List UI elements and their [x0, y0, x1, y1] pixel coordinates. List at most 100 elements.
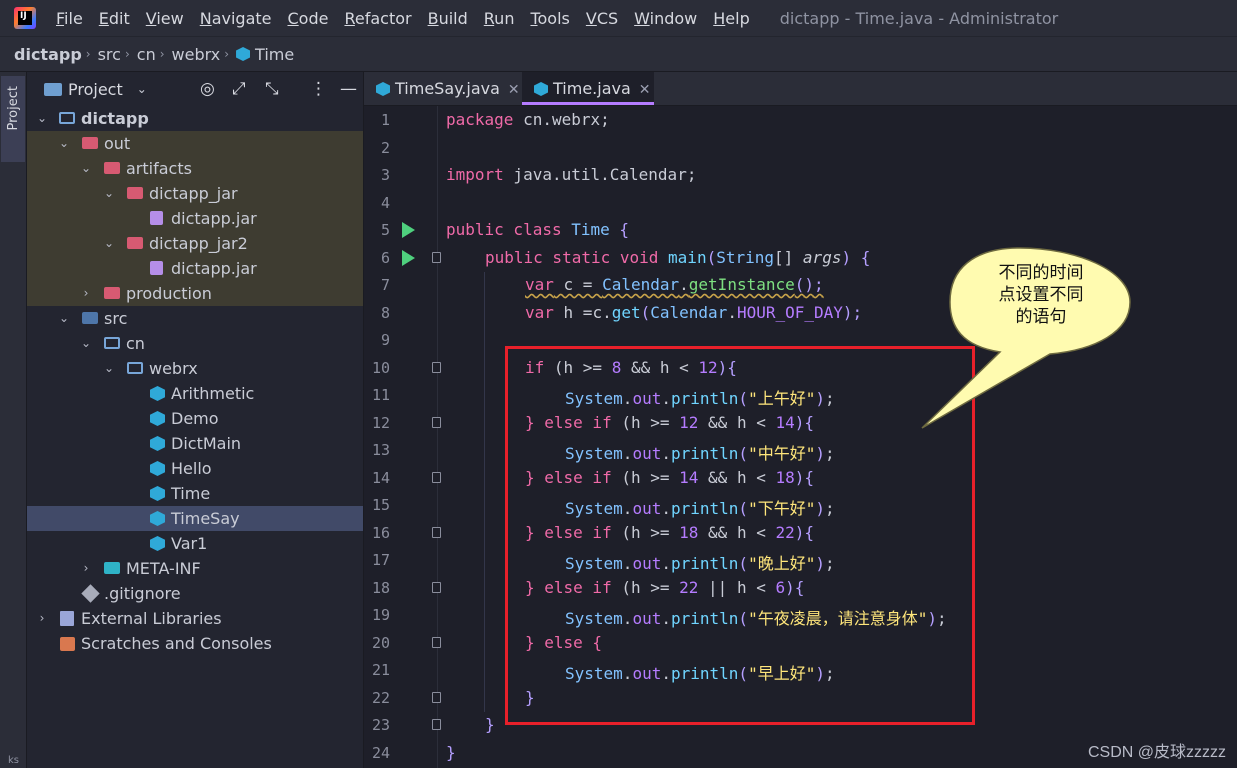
tree-item-time[interactable]: Time: [27, 481, 363, 506]
menu-help[interactable]: Help: [705, 9, 757, 28]
fold-marker-icon[interactable]: [432, 472, 441, 483]
project-folder-icon: [44, 82, 62, 96]
tab-label: Time.java: [553, 79, 631, 98]
chevron-down-icon[interactable]: ⌄: [80, 156, 92, 181]
tree-item-src[interactable]: ⌄ src: [27, 306, 363, 331]
code-line-6[interactable]: public static void main(String[] args) {: [485, 248, 870, 267]
chevron-down-icon[interactable]: ⌄: [103, 181, 115, 206]
package-folder-icon: [127, 362, 143, 374]
fold-marker-icon[interactable]: [432, 582, 441, 593]
java-class-icon: [150, 511, 165, 526]
fold-marker-icon[interactable]: [432, 692, 441, 703]
menu-tools[interactable]: Tools: [522, 9, 577, 28]
chevron-right-icon[interactable]: ›: [80, 556, 92, 581]
menu-refactor[interactable]: Refactor: [336, 9, 419, 28]
tree-item-external-libraries[interactable]: › External Libraries: [27, 606, 363, 631]
run-class-icon[interactable]: [402, 222, 415, 238]
tree-item-dictapp-jar2[interactable]: ⌄ dictapp_jar2: [27, 231, 363, 256]
close-icon[interactable]: ✕: [639, 82, 651, 98]
project-tool-tab[interactable]: Project: [1, 76, 25, 162]
chevron-down-icon[interactable]: ⌄: [103, 231, 115, 256]
chevron-down-icon[interactable]: ⌄: [58, 306, 70, 331]
menu-view[interactable]: View: [138, 9, 192, 28]
breadcrumb-webrx[interactable]: webrx: [172, 45, 221, 64]
project-panel-header: Project ⌄ ◎ ⤢ ⤡ ⋮ —: [27, 72, 363, 106]
java-class-icon: [376, 82, 390, 96]
tree-item-dictapp-jar2-file[interactable]: dictapp.jar: [27, 256, 363, 281]
tree-item-label: dictapp.jar: [171, 209, 257, 228]
fold-marker-icon[interactable]: [432, 637, 441, 648]
tree-item-meta-inf[interactable]: › META-INF: [27, 556, 363, 581]
tree-item-dictmain[interactable]: DictMain: [27, 431, 363, 456]
tree-item-gitignore[interactable]: .gitignore: [27, 581, 363, 606]
line-number: 22: [371, 689, 390, 707]
tree-item-dictapp[interactable]: ⌄ dictapp: [27, 106, 363, 131]
tree-item-var1[interactable]: Var1: [27, 531, 363, 556]
chevron-down-icon[interactable]: ⌄: [80, 331, 92, 356]
fold-marker-icon[interactable]: [432, 417, 441, 428]
chevron-down-icon[interactable]: ⌄: [36, 106, 48, 131]
tree-item-dictapp-jar-file[interactable]: dictapp.jar: [27, 206, 363, 231]
chevron-down-icon[interactable]: ⌄: [58, 131, 70, 156]
tree-item-out[interactable]: ⌄ out: [27, 131, 363, 156]
options-menu-icon[interactable]: ⋮: [310, 79, 327, 99]
tree-item-production[interactable]: › production: [27, 281, 363, 306]
chevron-down-icon[interactable]: ⌄: [103, 356, 115, 381]
tree-item-dictapp-jar[interactable]: ⌄ dictapp_jar: [27, 181, 363, 206]
run-main-icon[interactable]: [402, 250, 415, 266]
chevron-right-icon: ›: [159, 47, 165, 61]
tree-item-artifacts[interactable]: ⌄ artifacts: [27, 156, 363, 181]
project-view-selector[interactable]: Project: [68, 80, 123, 99]
menu-code[interactable]: Code: [280, 9, 337, 28]
java-class-icon: [150, 536, 165, 551]
chevron-down-icon[interactable]: ⌄: [137, 82, 147, 96]
java-class-icon: [150, 461, 165, 476]
breadcrumb-src[interactable]: src: [98, 45, 121, 64]
tree-item-timesay[interactable]: TimeSay: [27, 506, 363, 531]
chevron-right-icon[interactable]: ›: [80, 281, 92, 306]
code-line-3[interactable]: import java.util.Calendar;: [446, 165, 696, 184]
code-line-23[interactable]: }: [485, 715, 495, 734]
tree-item-webrx[interactable]: ⌄ webrx: [27, 356, 363, 381]
menu-vcs[interactable]: VCS: [578, 9, 626, 28]
java-class-icon: [150, 436, 165, 451]
menu-bar: File Edit View Navigate Code Refactor Bu…: [0, 0, 1237, 36]
tree-item-arithmetic[interactable]: Arithmetic: [27, 381, 363, 406]
target-icon[interactable]: ◎: [200, 79, 215, 99]
tree-item-hello[interactable]: Hello: [27, 456, 363, 481]
tree-item-label: dictapp: [81, 109, 149, 128]
close-icon[interactable]: ✕: [508, 82, 520, 98]
tab-time-java[interactable]: Time.java ✕: [522, 72, 654, 105]
tab-timesay-java[interactable]: TimeSay.java ✕: [364, 72, 532, 105]
collapse-all-icon[interactable]: ⤡: [265, 79, 279, 99]
code-line-24[interactable]: }: [446, 743, 456, 762]
breadcrumb: dictapp › src › cn › webrx › Time: [0, 36, 1237, 72]
menu-file[interactable]: File: [48, 9, 91, 28]
stripe-bottom-label[interactable]: ks: [8, 755, 19, 766]
fold-marker-icon[interactable]: [432, 252, 441, 263]
expand-all-icon[interactable]: ⤢: [232, 79, 246, 99]
tree-item-cn[interactable]: ⌄ cn: [27, 331, 363, 356]
chevron-right-icon[interactable]: ›: [36, 606, 48, 631]
menu-navigate[interactable]: Navigate: [192, 9, 280, 28]
breadcrumb-time[interactable]: Time: [255, 45, 294, 64]
menu-build[interactable]: Build: [420, 9, 476, 28]
tree-item-demo[interactable]: Demo: [27, 406, 363, 431]
tab-label: TimeSay.java: [395, 79, 500, 98]
fold-marker-icon[interactable]: [432, 719, 441, 730]
code-line-5[interactable]: public class Time {: [446, 220, 629, 239]
code-line-1[interactable]: package cn.webrx;: [446, 110, 610, 129]
breadcrumb-cn[interactable]: cn: [137, 45, 156, 64]
code-line-8[interactable]: var h =c.get(Calendar.HOUR_OF_DAY);: [525, 303, 862, 322]
breadcrumb-project[interactable]: dictapp: [14, 45, 82, 64]
line-number: 13: [371, 441, 390, 459]
library-icon: [60, 611, 74, 626]
code-line-7[interactable]: var c = Calendar.getInstance();: [525, 275, 824, 294]
fold-marker-icon[interactable]: [432, 362, 441, 373]
menu-run[interactable]: Run: [476, 9, 523, 28]
fold-marker-icon[interactable]: [432, 527, 441, 538]
tree-item-scratches[interactable]: Scratches and Consoles: [27, 631, 363, 656]
menu-window[interactable]: Window: [626, 9, 705, 28]
menu-edit[interactable]: Edit: [91, 9, 138, 28]
hide-panel-icon[interactable]: —: [340, 79, 357, 99]
